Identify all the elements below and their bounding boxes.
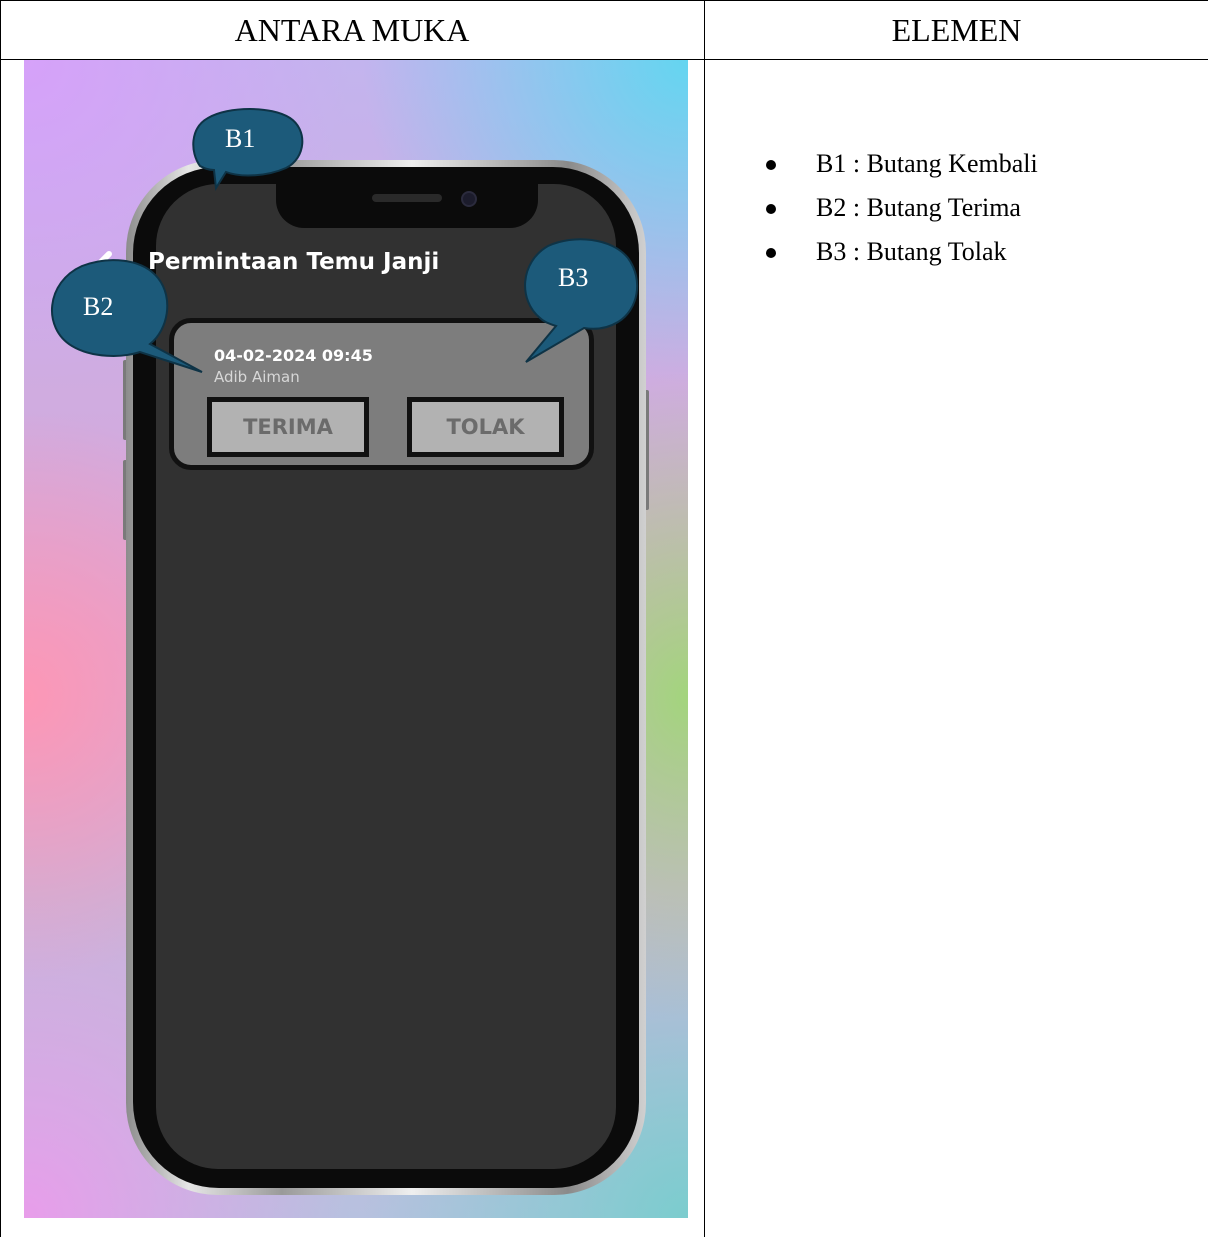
- bullet-icon: [766, 204, 776, 214]
- interface-screenshot: Permintaan Temu Janji 04-02-2024 09:45 A…: [24, 60, 688, 1218]
- phone-notch: [276, 184, 538, 228]
- bullet-icon: [766, 248, 776, 258]
- callout-b2-label: B2: [83, 292, 114, 321]
- legend-item: B2 : Butang Terima: [758, 186, 1038, 230]
- requester-name: Adib Aiman: [214, 368, 300, 386]
- table-left-border: [0, 0, 1, 1237]
- callout-b3: [524, 238, 639, 363]
- callout-b2: [50, 259, 203, 373]
- header-interface: ANTARA MUKA: [234, 11, 470, 48]
- legend-item: B3 : Butang Tolak: [758, 230, 1038, 274]
- reject-button[interactable]: TOLAK: [407, 397, 564, 457]
- callout-b3-label: B3: [558, 263, 589, 292]
- callout-b1-label: B1: [225, 124, 256, 153]
- request-datetime: 04-02-2024 09:45: [214, 346, 373, 365]
- header-element: ELEMEN: [891, 11, 1022, 48]
- bullet-icon: [766, 160, 776, 170]
- element-legend: B1 : Butang Kembali B2 : Butang Terima B…: [758, 142, 1038, 274]
- speaker-icon: [372, 194, 442, 202]
- accept-button[interactable]: TERIMA: [207, 397, 369, 457]
- legend-item: B1 : Butang Kembali: [758, 142, 1038, 186]
- camera-icon: [461, 191, 477, 207]
- table-divider: [704, 0, 705, 1237]
